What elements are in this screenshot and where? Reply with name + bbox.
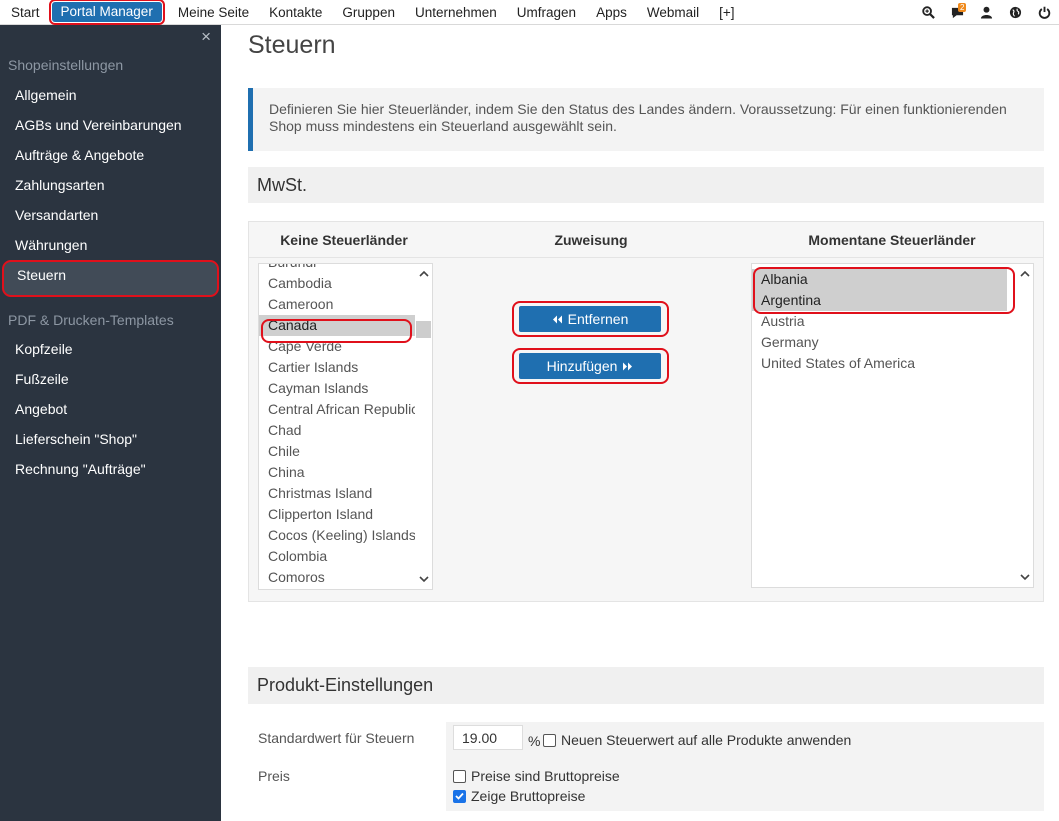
- sidebar-item-allgemein[interactable]: Allgemein: [0, 80, 221, 110]
- current-tax-country-items: Albania Argentina Austria Germany United Sta…: [752, 269, 1007, 374]
- scrollbar[interactable]: [1016, 264, 1033, 587]
- no-tax-country-item[interactable]: Cayman Islands: [259, 378, 417, 399]
- sidebar-item-fusszeile[interactable]: Fußzeile: [0, 364, 221, 394]
- no-tax-country-item[interactable]: Cartier Islands: [259, 357, 417, 378]
- no-tax-country-item[interactable]: Burundi: [259, 264, 417, 273]
- nav-unternehmen[interactable]: Unternehmen: [405, 0, 507, 25]
- apply-to-all-products-checkbox[interactable]: Neuen Steuerwert auf alle Produkte anwen…: [543, 732, 851, 748]
- column-header-assignment: Zuweisung: [554, 232, 628, 248]
- nav-add-more[interactable]: [+]: [709, 0, 744, 25]
- power-icon[interactable]: [1030, 0, 1059, 25]
- sidebar-item-auftraege[interactable]: Aufträge & Angebote: [0, 140, 221, 170]
- tax-country-panel: Keine Steuerländer Zuweisung Momentane S…: [248, 221, 1044, 602]
- nav-meine-seite[interactable]: Meine Seite: [168, 0, 259, 25]
- nav-gruppen[interactable]: Gruppen: [332, 0, 405, 25]
- checkbox-box[interactable]: [543, 733, 556, 747]
- info-callout: Definieren Sie hier Steuerländer, indem …: [248, 88, 1044, 151]
- sidebar-item-angebot[interactable]: Angebot: [0, 394, 221, 424]
- remove-button-label: Entfernen: [567, 311, 629, 327]
- tax-default-input[interactable]: [453, 725, 523, 750]
- sidebar-item-versandarten[interactable]: Versandarten: [0, 200, 221, 230]
- nav-kontakte[interactable]: Kontakte: [259, 0, 332, 25]
- main-content: Steuern Definieren Sie hier Steuerländer…: [221, 25, 1059, 821]
- nav-apps[interactable]: Apps: [586, 0, 637, 25]
- add-button[interactable]: Hinzufügen: [519, 353, 661, 379]
- remove-button[interactable]: Entfernen: [519, 306, 661, 332]
- no-tax-country-item[interactable]: Chile: [259, 441, 417, 462]
- sidebar-item-zahlungsarten[interactable]: Zahlungsarten: [0, 170, 221, 200]
- scroll-down-icon[interactable]: [415, 572, 432, 587]
- show-gross-prices-checkbox[interactable]: Zeige Bruttopreise: [453, 788, 585, 804]
- scrollbar-thumb[interactable]: [416, 321, 431, 338]
- add-button-label: Hinzufügen: [546, 358, 618, 374]
- nav-icon-bar: 2: [914, 0, 1059, 25]
- no-tax-country-item[interactable]: Chad: [259, 420, 417, 441]
- chat-badge: 2: [958, 3, 967, 12]
- percent-unit: %: [528, 733, 541, 749]
- sidebar-item-kopfzeile[interactable]: Kopfzeile: [0, 334, 221, 364]
- scroll-down-icon[interactable]: [1016, 570, 1033, 585]
- no-tax-country-item[interactable]: Comoros: [259, 567, 417, 588]
- tax-default-label: Standardwert für Steuern: [258, 730, 415, 746]
- scrollbar[interactable]: [415, 264, 432, 589]
- no-tax-country-item[interactable]: Colombia: [259, 546, 417, 567]
- no-tax-country-item[interactable]: China: [259, 462, 417, 483]
- section-heading-mwst: MwSt.: [248, 167, 1044, 203]
- price-label: Preis: [258, 768, 290, 784]
- no-tax-country-item[interactable]: Cape Verde: [259, 336, 417, 357]
- nav-portal-manager[interactable]: Portal Manager: [48, 0, 165, 25]
- current-tax-country-item[interactable]: Albania: [752, 269, 1007, 290]
- nav-start[interactable]: Start: [0, 0, 50, 25]
- apply-to-all-label: Neuen Steuerwert auf alle Produkte anwen…: [561, 732, 852, 748]
- show-gross-prices-label: Zeige Bruttopreise: [471, 788, 586, 804]
- sidebar-heading-pdf: PDF & Drucken-Templates: [8, 312, 174, 328]
- sidebar-item-steuern[interactable]: Steuern: [2, 260, 219, 297]
- scroll-up-icon[interactable]: [415, 266, 432, 281]
- current-tax-country-item[interactable]: Argentina: [752, 290, 1007, 311]
- checkmark-icon: [455, 792, 464, 800]
- gross-prices-checkbox[interactable]: Preise sind Bruttopreise: [453, 768, 620, 784]
- column-header-current-tax: Momentane Steuerländer: [808, 232, 976, 248]
- no-tax-country-item[interactable]: Canada: [259, 315, 417, 336]
- no-tax-country-list[interactable]: BurundiCambodiaCameroonCanadaCape VerdeC…: [258, 263, 433, 590]
- search-icon[interactable]: [914, 0, 943, 25]
- page-title: Steuern: [248, 31, 336, 59]
- no-tax-country-item[interactable]: Central African Republic: [259, 399, 417, 420]
- no-tax-country-item[interactable]: Christmas Island: [259, 483, 417, 504]
- no-tax-country-item[interactable]: Cocos (Keeling) Islands: [259, 525, 417, 546]
- double-chevron-left-icon: [552, 315, 562, 323]
- section-heading-product: Produkt-Einstellungen: [248, 667, 1044, 704]
- checkbox-box[interactable]: [453, 789, 466, 803]
- no-tax-country-item[interactable]: Cambodia: [259, 273, 417, 294]
- sidebar-heading-shop: Shopeinstellungen: [8, 57, 124, 73]
- scroll-up-icon[interactable]: [1016, 266, 1033, 281]
- column-header-no-tax: Keine Steuerländer: [280, 232, 408, 248]
- no-tax-country-items: BurundiCambodiaCameroonCanadaCape VerdeC…: [259, 264, 417, 588]
- divider: [249, 257, 1043, 258]
- globe-icon[interactable]: [1001, 0, 1030, 25]
- nav-webmail[interactable]: Webmail: [637, 0, 709, 25]
- user-icon[interactable]: [972, 0, 1001, 25]
- double-chevron-right-icon: [623, 362, 633, 370]
- top-navigation: Start Portal Manager Meine Seite Kontakt…: [0, 0, 1059, 25]
- current-tax-country-item[interactable]: Germany: [752, 332, 1007, 353]
- current-tax-country-list[interactable]: Albania Argentina Austria Germany United Sta…: [751, 263, 1034, 588]
- chat-icon[interactable]: 2: [943, 0, 972, 25]
- no-tax-country-item[interactable]: Cameroon: [259, 294, 417, 315]
- close-icon[interactable]: ×: [201, 28, 211, 46]
- gross-prices-label: Preise sind Bruttopreise: [471, 768, 620, 784]
- nav-umfragen[interactable]: Umfragen: [507, 0, 586, 25]
- sidebar-item-rechnung[interactable]: Rechnung "Aufträge": [0, 454, 221, 484]
- sidebar-item-lieferschein[interactable]: Lieferschein "Shop": [0, 424, 221, 454]
- sidebar-item-agbs[interactable]: AGBs und Vereinbarungen: [0, 110, 221, 140]
- checkbox-box[interactable]: [453, 769, 466, 783]
- sidebar-item-waehrungen[interactable]: Währungen: [0, 230, 221, 260]
- current-tax-country-item[interactable]: Austria: [752, 311, 1007, 332]
- current-tax-country-item[interactable]: United States of America: [752, 353, 1007, 374]
- no-tax-country-item[interactable]: Clipperton Island: [259, 504, 417, 525]
- sidebar: × Shopeinstellungen Allgemein AGBs und V…: [0, 25, 221, 821]
